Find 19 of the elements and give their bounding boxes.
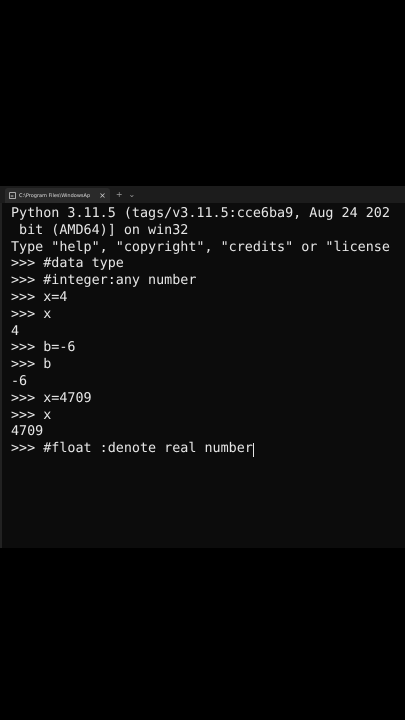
output-line: Type "help", "copyright", "credits" or "license [11,240,390,256]
terminal-icon [9,192,16,199]
output-line: Python 3.11.5 (tags/v3.11.5:cce6ba9, Aug 24 202 [11,206,390,223]
output-line: 4709 [11,424,44,442]
output-line: -6 [11,374,28,391]
input-line: >>> #data type [11,256,124,274]
output-line: bit (AMD64)] on win32 [18,222,188,240]
input-line: >>> b [11,357,52,374]
input-line: >>> x [11,306,52,324]
dropdown-button[interactable]: ⌄ [128,190,136,199]
input-line: >>> #integer:any number [11,273,196,290]
close-button[interactable]: × [99,191,106,200]
input-line: >>> x=4709 [11,390,92,408]
new-tab-button[interactable]: + [116,190,123,199]
output-line: 4 [11,324,20,340]
input-line: >>> b=-6 [11,340,76,358]
input-line: >>> x [11,408,52,424]
input-line: >>> x=4 [11,290,68,307]
input-line: >>> #float :denote real number [11,441,253,458]
